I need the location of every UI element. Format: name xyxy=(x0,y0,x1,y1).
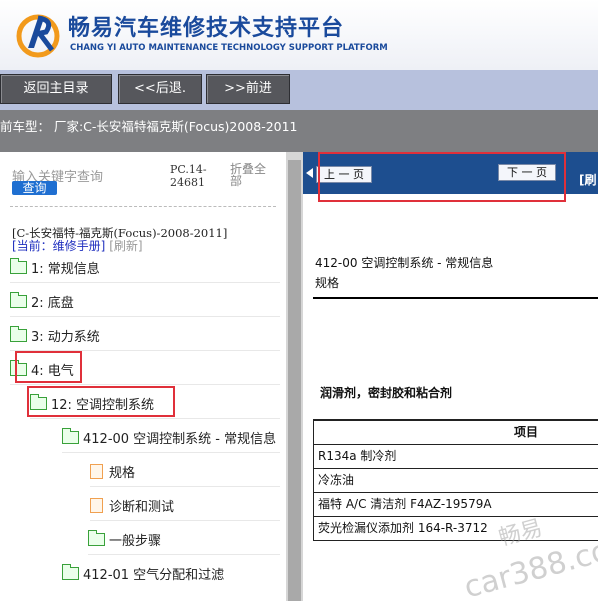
tree-item-label: 3: 动力系统 xyxy=(31,329,100,345)
highlight-box-climate-control xyxy=(27,386,175,417)
search-button[interactable]: 查询 xyxy=(12,181,57,195)
arrow-left-icon[interactable] xyxy=(306,168,313,178)
brand-subtitle: CHANG YI AUTO MAINTENANCE TECHNOLOGY SUP… xyxy=(70,43,388,53)
divider xyxy=(10,206,276,207)
changyi-logo-icon xyxy=(16,14,60,58)
document-subtitle: 规格 xyxy=(315,276,340,290)
table-row: 福特 A/C 清洁剂 F4AZ-19579A xyxy=(314,493,598,517)
tree-item-specifications[interactable]: 规格 xyxy=(90,456,280,487)
tree-item-general-procedures[interactable]: 一般步骤 xyxy=(88,524,280,555)
tree-item-label: 规格 xyxy=(109,465,136,481)
pc-code-line1: PC.14- xyxy=(170,163,207,176)
table-row: R134a 制冷剂 xyxy=(314,445,598,469)
tree-item-diagnosis[interactable]: 诊断和测试 xyxy=(90,490,280,521)
refresh-link[interactable]: [刷新] xyxy=(109,239,142,253)
pc-code: PC.14- 24681 xyxy=(170,163,207,189)
highlight-box-pager xyxy=(318,152,566,202)
folder-icon xyxy=(10,291,27,308)
forward-button[interactable]: >>前进 xyxy=(206,74,290,104)
current-model-text: 前车型： 厂家:C-长安福特福克斯(Focus)2008-2011 xyxy=(0,119,298,134)
spec-table: 项目 R134a 制冷剂 冷冻油 福特 A/C 清洁剂 F4AZ-19579A … xyxy=(313,419,598,541)
tree-item-general-info[interactable]: 1: 常规信息 xyxy=(10,252,280,283)
tree-item-label: 412-01 空气分配和过滤 xyxy=(83,567,225,583)
table-row: 荧光检漏仪添加剂 164-R-3712 xyxy=(314,517,598,541)
tree-item-label: 诊断和测试 xyxy=(109,499,175,515)
folder-icon xyxy=(10,325,27,342)
tree-item-air-distribution[interactable]: 412-01 空气分配和过滤 xyxy=(62,558,280,588)
tree-item-label: 2: 底盘 xyxy=(31,295,74,311)
highlight-box-electrical xyxy=(15,351,82,383)
refresh-doc-link[interactable]: [刷 xyxy=(579,171,597,188)
tree-item-label: 一般步骤 xyxy=(109,533,162,549)
scrollbar-thumb[interactable] xyxy=(288,160,301,601)
document-title: 412-00 空调控制系统 - 常规信息 xyxy=(315,256,494,270)
folder-icon xyxy=(62,563,79,580)
home-button[interactable]: 返回主目录 xyxy=(0,74,112,104)
collapse-all-link[interactable]: 折叠全部 xyxy=(230,163,270,187)
back-button[interactable]: <<后退. xyxy=(118,74,202,104)
table-row: 冷冻油 xyxy=(314,469,598,493)
tree-item-powertrain[interactable]: 3: 动力系统 xyxy=(10,320,280,351)
tree-item-label: 412-00 空调控制系统 - 常规信息 xyxy=(83,431,277,447)
section-heading: 润滑剂，密封胶和粘合剂 xyxy=(320,386,453,400)
folder-icon xyxy=(10,257,27,274)
current-manual-label: [当前：维修手册] xyxy=(12,239,106,253)
brand-title: 畅易汽车维修技术支持平台 xyxy=(68,16,345,41)
table-header: 项目 xyxy=(314,421,598,445)
tree-item-label: 1: 常规信息 xyxy=(31,261,100,277)
pc-code-line2: 24681 xyxy=(170,176,205,189)
folder-icon xyxy=(88,529,105,546)
folder-icon xyxy=(62,427,79,444)
tree-item-chassis[interactable]: 2: 底盘 xyxy=(10,286,280,317)
tree-item-climate-general[interactable]: 412-00 空调控制系统 - 常规信息 xyxy=(62,422,280,453)
document-icon xyxy=(90,463,103,479)
document-icon xyxy=(90,497,103,513)
document-rule xyxy=(313,297,598,299)
